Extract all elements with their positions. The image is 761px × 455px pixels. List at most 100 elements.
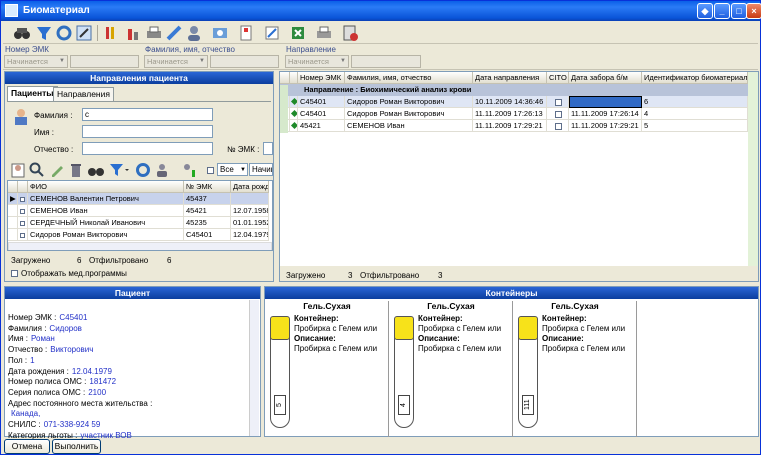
patronymic-input[interactable] [82, 142, 213, 155]
show-programs-checkbox[interactable] [11, 270, 18, 277]
field-label: Адрес постоянного места жительства : [8, 398, 153, 408]
col-collection-date[interactable]: Дата забора б/м [569, 72, 642, 84]
container-card[interactable]: Гель.Сухая 4 Контейнер: Пробирка с Гелем ил… [389, 301, 513, 437]
biomaterial-id-cell[interactable]: 6 [642, 96, 748, 108]
binoculars-icon[interactable] [87, 162, 105, 178]
user-info-icon[interactable] [181, 162, 197, 178]
cito-checkbox[interactable] [547, 108, 569, 120]
direction-date-cell[interactable]: 10.11.2009 14:36:46 [473, 96, 547, 108]
search-icon[interactable] [29, 162, 45, 178]
vertical-scrollbar[interactable] [748, 72, 758, 266]
emk-cell[interactable]: 45421 [184, 205, 231, 217]
edit-doc-icon[interactable] [263, 24, 281, 42]
starts-select[interactable]: Начина [249, 163, 273, 176]
col-emk-number[interactable]: Номер ЭМК [298, 72, 345, 84]
fio-cell[interactable]: СЕМЕНОВ Иван [345, 120, 473, 132]
col-biomaterial-id[interactable]: Идентификатор биоматериала [642, 72, 748, 84]
close-button[interactable]: × [746, 3, 761, 19]
add-doc-icon[interactable] [237, 24, 255, 42]
export-icon[interactable] [289, 24, 307, 42]
maximize-button[interactable]: □ [731, 3, 747, 19]
binoculars-icon[interactable] [13, 24, 31, 42]
emk-cell[interactable]: С45401 [184, 229, 231, 241]
direction-filter-input[interactable] [351, 55, 421, 68]
birthdate-cell[interactable]: 01.01.1952 [231, 217, 269, 229]
emk-filter-input[interactable] [70, 55, 139, 68]
new-patient-icon[interactable] [10, 162, 26, 178]
fio-filter-input[interactable] [210, 55, 279, 68]
biomaterial-id-cell[interactable]: 5 [642, 120, 748, 132]
row-checkbox[interactable] [18, 193, 28, 205]
refresh-icon[interactable] [55, 24, 73, 42]
panel-header: Пациент [5, 287, 260, 299]
birthdate-cell[interactable]: 12.04.1979 [231, 229, 269, 241]
fio-cell[interactable]: Сидоров Роман Викторович [345, 96, 473, 108]
chart-icon[interactable] [125, 24, 143, 42]
emk-cell[interactable]: С45401 [298, 96, 345, 108]
printer-icon[interactable] [145, 24, 163, 42]
emk-cell[interactable]: 45235 [184, 217, 231, 229]
patient-field: Имя : Роман [8, 334, 55, 343]
container-card[interactable]: Гель.Сухая 111 Контейнер: Пробирка с Гелем … [513, 301, 637, 437]
exit-icon[interactable] [341, 24, 359, 42]
delete-icon[interactable] [68, 162, 84, 178]
col-birthdate[interactable]: Дата рожд [231, 181, 269, 193]
container-card[interactable]: Гель.Сухая 5 Контейнер: Пробирка с Гелем ил… [265, 301, 389, 437]
filter-icon[interactable] [35, 24, 53, 42]
patient-name-cell[interactable]: Сидоров Роман Викторович [28, 229, 184, 241]
vertical-scrollbar[interactable] [249, 300, 259, 436]
patient-name-cell[interactable]: СЕРДЕЧНЫЙ Николай Иванович [28, 217, 184, 229]
user-action-icon[interactable] [155, 162, 171, 178]
col-cito[interactable]: CITO [547, 72, 569, 84]
emk-cell[interactable]: 45437 [184, 193, 231, 205]
birthdate-cell[interactable] [231, 193, 269, 205]
fio-cell[interactable]: Сидоров Роман Викторович [345, 108, 473, 120]
collection-date-cell[interactable] [569, 96, 642, 108]
col-direction-date[interactable]: Дата направления [473, 72, 547, 84]
minimize-button[interactable]: _ [714, 3, 730, 19]
filter-icon[interactable] [109, 162, 129, 178]
patient-search-icon [15, 109, 27, 125]
birthdate-cell[interactable]: 12.07.1958 [231, 205, 269, 217]
tab-patients[interactable]: Пациенты [7, 86, 58, 101]
horizontal-scrollbar[interactable] [8, 242, 272, 250]
fio-mode-select[interactable]: Начинается ▼ [144, 55, 208, 68]
patient-name-cell[interactable]: СЕМЕНОВ Иван [28, 205, 184, 217]
refresh-icon[interactable] [135, 162, 151, 178]
execute-button[interactable]: Выполнить [52, 439, 101, 454]
row-checkbox[interactable] [18, 205, 28, 217]
edit-icon[interactable] [75, 24, 93, 42]
bars-icon[interactable] [103, 24, 121, 42]
direction-date-cell[interactable]: 11.11.2009 17:29:21 [473, 120, 547, 132]
emk-input[interactable] [263, 142, 273, 155]
user-icon[interactable] [185, 24, 203, 42]
col-fio[interactable]: ФИО [28, 181, 184, 193]
col-emk[interactable]: № ЭМК [184, 181, 231, 193]
collection-date-cell[interactable]: 11.11.2009 17:29:21 [569, 120, 642, 132]
collection-date-cell[interactable]: 11.11.2009 17:26:14 [569, 108, 642, 120]
emk-cell[interactable]: 45421 [298, 120, 345, 132]
all-select[interactable]: Все ▼ [217, 163, 248, 176]
cancel-button[interactable]: Отмена [4, 439, 50, 454]
row-checkbox[interactable] [18, 229, 28, 241]
col-fio[interactable]: Фамилия, имя, отчество [345, 72, 473, 84]
direction-date-cell[interactable]: 11.11.2009 17:26:13 [473, 108, 547, 120]
name-input[interactable] [82, 125, 213, 138]
biomaterial-id-cell[interactable]: 4 [642, 108, 748, 120]
row-checkbox[interactable] [18, 217, 28, 229]
surname-input[interactable]: с [82, 108, 213, 121]
syringe-icon[interactable] [165, 24, 183, 42]
cito-checkbox[interactable] [547, 96, 569, 108]
edit-patient-icon[interactable] [49, 162, 65, 178]
group-row[interactable]: Направление : Биохимический анализ крови [280, 84, 748, 96]
tab-directions[interactable]: Направления [53, 87, 114, 101]
preview-icon[interactable] [211, 24, 229, 42]
direction-mode-select[interactable]: Начинается ▼ [285, 55, 349, 68]
all-checkbox[interactable] [207, 167, 214, 174]
print-icon[interactable] [315, 24, 333, 42]
patient-name-cell[interactable]: СЕМЕНОВ Валентин Петрович [28, 193, 184, 205]
help-button[interactable]: ◆ [697, 3, 713, 19]
emk-mode-select[interactable]: Начинается ▼ [4, 55, 68, 68]
emk-cell[interactable]: С45401 [298, 108, 345, 120]
cito-checkbox[interactable] [547, 120, 569, 132]
